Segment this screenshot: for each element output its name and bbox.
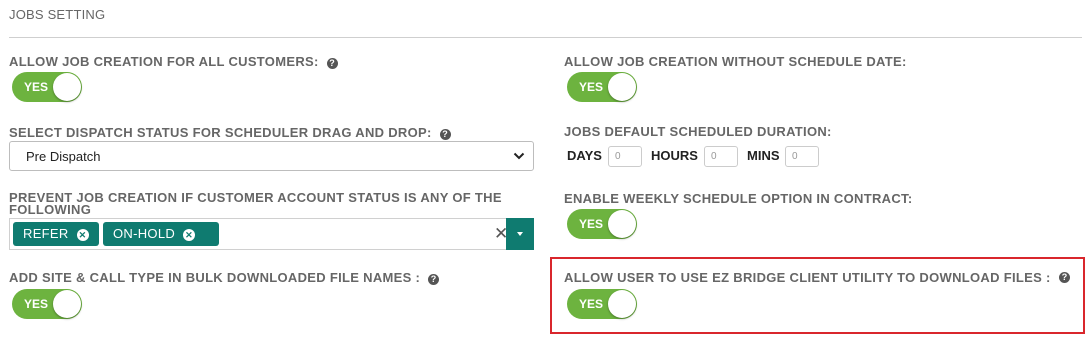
mins-label: MINS	[747, 148, 780, 163]
status-tag-on-hold: ON-HOLD ✕	[103, 222, 219, 246]
days-label: DAYS	[567, 148, 602, 163]
toggle-knob	[53, 73, 81, 101]
bulk-download-label-row: ADD SITE & CALL TYPE IN BULK DOWNLOADED …	[9, 270, 440, 285]
allow-job-creation-toggle[interactable]: YES	[12, 72, 82, 102]
chevron-down-icon	[513, 152, 525, 160]
account-status-multiselect[interactable]: REFER ✕ ON-HOLD ✕ ✕	[9, 218, 534, 250]
remove-tag-icon[interactable]: ✕	[183, 229, 196, 241]
toggle-state-text: YES	[579, 217, 604, 231]
allow-job-creation-label: ALLOW JOB CREATION FOR ALL CUSTOMERS:	[9, 54, 319, 69]
days-input[interactable]: 0	[608, 146, 642, 167]
weekly-schedule-label: ENABLE WEEKLY SCHEDULE OPTION IN CONTRAC…	[564, 191, 913, 206]
section-divider	[9, 37, 1082, 38]
help-icon[interactable]: ?	[439, 129, 451, 140]
toggle-state-text: YES	[579, 80, 604, 94]
without-schedule-date-label: ALLOW JOB CREATION WITHOUT SCHEDULE DATE…	[564, 54, 907, 69]
dispatch-status-selected-value: Pre Dispatch	[26, 149, 101, 164]
help-icon[interactable]: ?	[428, 274, 440, 285]
dropdown-toggle-button[interactable]	[506, 218, 534, 250]
caret-down-icon	[517, 232, 523, 236]
prevent-creation-label: PREVENT JOB CREATION IF CUSTOMER ACCOUNT…	[9, 190, 502, 217]
bulk-download-toggle[interactable]: YES	[12, 289, 82, 319]
without-schedule-date-toggle[interactable]: YES	[567, 72, 637, 102]
mins-input[interactable]: 0	[785, 146, 819, 167]
hours-input[interactable]: 0	[704, 146, 738, 167]
weekly-schedule-toggle[interactable]: YES	[567, 209, 637, 239]
toggle-knob	[608, 73, 636, 101]
default-duration-label: JOBS DEFAULT SCHEDULED DURATION:	[564, 124, 832, 139]
help-icon[interactable]: ?	[326, 58, 338, 69]
status-tag-label: ON-HOLD	[113, 226, 176, 241]
hours-label: HOURS	[651, 148, 698, 163]
dispatch-status-label: SELECT DISPATCH STATUS FOR SCHEDULER DRA…	[9, 125, 432, 140]
highlight-box	[550, 257, 1085, 334]
status-tag-refer: REFER ✕	[13, 222, 99, 246]
remove-tag-icon[interactable]: ✕	[76, 229, 89, 241]
dispatch-status-label-row: SELECT DISPATCH STATUS FOR SCHEDULER DRA…	[9, 126, 451, 140]
bulk-download-label: ADD SITE & CALL TYPE IN BULK DOWNLOADED …	[9, 270, 421, 285]
dispatch-status-select[interactable]: Pre Dispatch	[9, 141, 534, 171]
toggle-knob	[53, 290, 81, 318]
section-title: JOBS SETTING	[9, 7, 106, 22]
toggle-state-text: YES	[24, 80, 49, 94]
toggle-state-text: YES	[24, 297, 49, 311]
allow-job-creation-label-row: ALLOW JOB CREATION FOR ALL CUSTOMERS:?	[9, 55, 338, 69]
toggle-knob	[608, 210, 636, 238]
status-tag-label: REFER	[23, 226, 69, 241]
